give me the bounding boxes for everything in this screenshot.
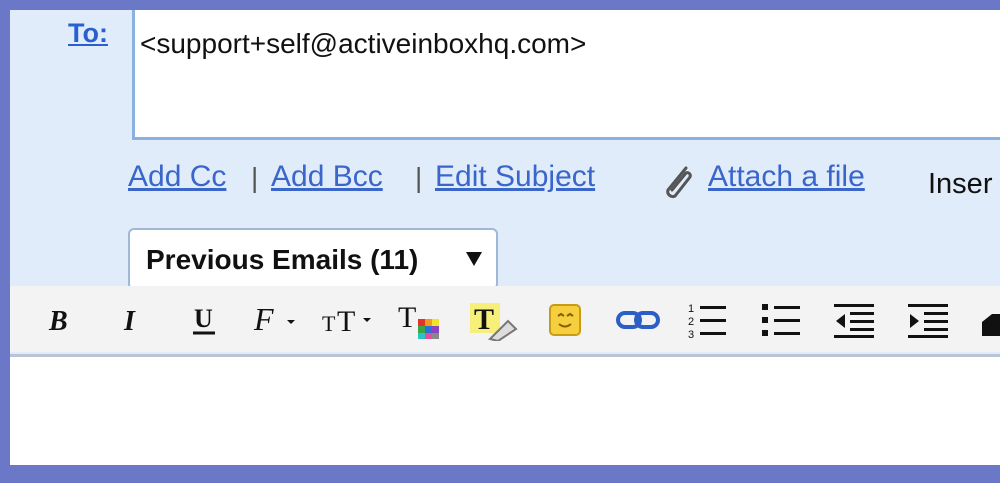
underline-icon[interactable]: U xyxy=(186,298,222,342)
paperclip-icon[interactable] xyxy=(656,160,698,202)
indent-more-icon[interactable] xyxy=(906,298,952,342)
bulleted-list-icon[interactable] xyxy=(760,298,802,342)
dropdown-arrow-icon xyxy=(466,252,482,266)
bold-icon[interactable]: B xyxy=(44,298,78,342)
text-size-icon[interactable]: TT xyxy=(320,298,376,342)
message-body-editor[interactable] xyxy=(10,354,1000,468)
svg-text:3: 3 xyxy=(688,329,694,340)
separator: | xyxy=(415,162,423,193)
quote-icon[interactable] xyxy=(978,298,1000,342)
font-icon[interactable]: F xyxy=(250,298,300,342)
svg-text:T: T xyxy=(337,305,355,338)
svg-text:1: 1 xyxy=(688,303,694,315)
svg-text:T: T xyxy=(474,303,494,336)
add-cc-link[interactable]: Add Cc xyxy=(128,160,226,194)
text-color-icon[interactable]: T xyxy=(396,298,446,342)
link-icon[interactable] xyxy=(614,298,662,342)
edit-subject-link[interactable]: Edit Subject xyxy=(435,160,595,194)
attach-file-link[interactable]: Attach a file xyxy=(708,160,865,194)
svg-text:2: 2 xyxy=(688,316,694,328)
to-field-value: <support+self@activeinboxhq.com> xyxy=(140,28,587,59)
svg-text:F: F xyxy=(253,302,274,337)
previous-emails-label: Previous Emails (11) xyxy=(146,244,419,275)
to-link[interactable]: To: xyxy=(68,18,108,49)
highlight-color-icon[interactable]: T xyxy=(468,298,520,342)
separator: | xyxy=(251,162,259,193)
window-border-bottom xyxy=(0,465,1000,483)
svg-text:U: U xyxy=(194,304,213,333)
svg-text:I: I xyxy=(123,306,136,335)
numbered-list-icon[interactable]: 123 xyxy=(686,298,728,342)
italic-icon[interactable]: I xyxy=(114,298,148,342)
emoticon-icon[interactable] xyxy=(546,298,584,342)
previous-emails-button[interactable]: Previous Emails (11) xyxy=(128,228,498,290)
window-border-left xyxy=(0,0,10,483)
svg-text:T: T xyxy=(398,301,416,334)
svg-text:B: B xyxy=(48,306,68,335)
formatting-toolbar: B I U F TT T T 123 xyxy=(10,286,1000,352)
insert-link[interactable]: Inser xyxy=(928,168,992,201)
window-border-top xyxy=(0,0,1000,10)
indent-less-icon[interactable] xyxy=(832,298,878,342)
svg-text:T: T xyxy=(322,311,336,336)
add-bcc-link[interactable]: Add Bcc xyxy=(271,160,383,194)
